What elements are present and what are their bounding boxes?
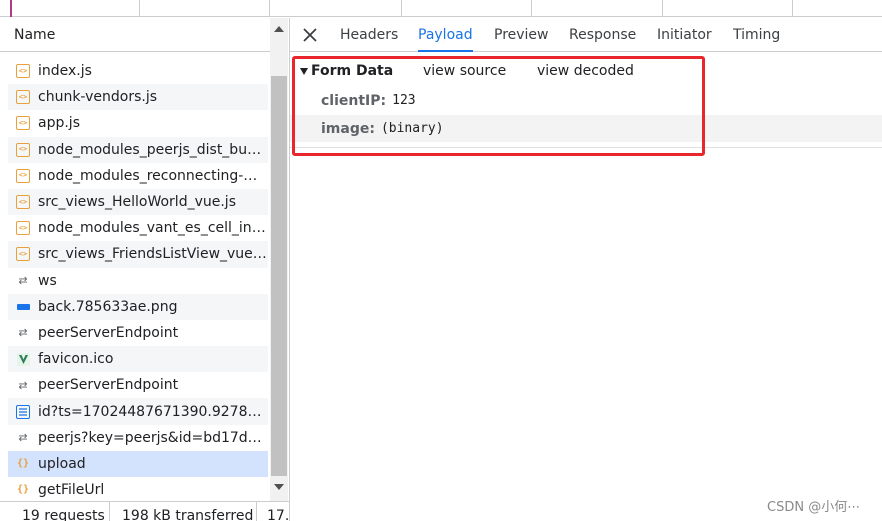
tab-preview[interactable]: Preview: [494, 18, 549, 52]
websocket-icon: ⇄: [18, 378, 28, 392]
top-accent-marker: [10, 0, 12, 17]
script-icon: <>: [16, 64, 30, 79]
tab-payload[interactable]: Payload: [418, 18, 473, 52]
status-requests: 19 requests: [22, 508, 105, 521]
form-data-title: Form Data: [311, 63, 394, 79]
request-name: node_modules_peerjs_dist_bundl...: [38, 141, 268, 158]
form-field-key: image:: [321, 120, 375, 137]
request-name: src_views_FriendsListView_vue.js: [38, 246, 268, 263]
request-list: <> index.js <> chunk-vendors.js <> app.js <> no…: [8, 58, 268, 503]
favicon-icon: [16, 352, 30, 366]
script-icon: <>: [16, 195, 30, 210]
tab-headers[interactable]: Headers: [340, 18, 398, 52]
scroll-thumb[interactable]: [271, 76, 287, 476]
view-decoded-link[interactable]: view decoded: [537, 58, 634, 84]
status-transferred: 198 kB transferred: [122, 508, 254, 521]
request-row[interactable]: {} getFileUrl: [8, 477, 268, 503]
name-column-label: Name: [14, 26, 56, 43]
request-name: upload: [38, 455, 86, 472]
request-detail-panel: Headers Payload Preview Response Initiat…: [290, 18, 882, 521]
form-data-header[interactable]: Form Data: [300, 58, 393, 84]
request-row[interactable]: <> src_views_HelloWorld_vue.js: [8, 188, 268, 216]
request-row[interactable]: back.785633ae.png: [8, 293, 268, 320]
request-name: app.js: [38, 115, 80, 132]
form-field-value: 123: [392, 93, 416, 108]
request-row[interactable]: ⇄ peerServerEndpoint: [8, 320, 268, 346]
image-icon: [16, 300, 30, 314]
request-name: getFileUrl: [38, 482, 105, 499]
websocket-icon: ⇄: [18, 431, 28, 445]
request-name: peerjs?key=peerjs&id=bd17def2...: [38, 429, 268, 446]
name-column-header[interactable]: Name: [0, 18, 270, 52]
status-divider: [109, 502, 110, 521]
script-icon: <>: [16, 247, 30, 262]
websocket-icon: ⇄: [18, 274, 28, 288]
form-field-key: clientIP:: [321, 92, 387, 109]
document-icon: [16, 404, 30, 419]
script-icon: <>: [16, 116, 30, 131]
request-name: node_modules_reconnecting-we...: [38, 167, 268, 184]
script-icon: <>: [16, 142, 30, 157]
request-row[interactable]: ⇄ peerjs?key=peerjs&id=bd17def2...: [8, 425, 268, 451]
json-icon: {}: [16, 457, 30, 469]
tab-timing[interactable]: Timing: [733, 18, 780, 52]
request-name: peerServerEndpoint: [38, 377, 179, 394]
request-name: favicon.ico: [38, 351, 114, 368]
script-icon: <>: [16, 168, 30, 183]
request-row[interactable]: <> app.js: [8, 110, 268, 136]
request-row[interactable]: <> node_modules_vant_es_cell_inde...: [8, 215, 268, 241]
request-name: node_modules_vant_es_cell_inde...: [38, 220, 268, 237]
request-row[interactable]: <> index.js: [8, 58, 268, 84]
request-name: index.js: [38, 63, 92, 80]
request-name: ws: [38, 272, 57, 289]
form-field-row: image: (binary): [290, 115, 882, 142]
scroll-down-arrow-icon[interactable]: [274, 484, 284, 490]
form-field-value: (binary): [380, 121, 444, 136]
websocket-icon: ⇄: [18, 326, 28, 340]
watermark: CSDN @小何⋯: [767, 500, 861, 515]
request-row[interactable]: ⇄ peerServerEndpoint: [8, 372, 268, 398]
request-row[interactable]: id?ts=17024487671390.9278784...: [8, 398, 268, 425]
status-bar: 19 requests 198 kB transferred 17.: [0, 501, 289, 521]
request-name: peerServerEndpoint: [38, 324, 179, 341]
top-strip: [0, 0, 882, 17]
script-icon: <>: [16, 221, 30, 236]
column-divider: [531, 0, 532, 17]
request-row[interactable]: <> src_views_FriendsListView_vue.js: [8, 241, 268, 268]
column-divider: [139, 0, 140, 17]
request-name: src_views_HelloWorld_vue.js: [38, 194, 236, 211]
request-row[interactable]: {} upload: [8, 450, 268, 477]
status-resources: 17.: [267, 508, 289, 521]
view-source-link[interactable]: view source: [423, 58, 506, 84]
column-divider: [792, 0, 793, 17]
column-divider: [662, 0, 663, 17]
request-row[interactable]: ⇄ ws: [8, 268, 268, 294]
scroll-up-arrow-icon[interactable]: [274, 26, 284, 32]
tab-response[interactable]: Response: [569, 18, 636, 52]
request-name: chunk-vendors.js: [38, 89, 158, 106]
section-divider: [290, 147, 882, 148]
tab-initiator[interactable]: Initiator: [657, 18, 712, 52]
collapse-triangle-icon[interactable]: [300, 67, 308, 75]
json-icon: {}: [16, 484, 30, 496]
request-list-scrollbar[interactable]: [270, 18, 288, 502]
request-row[interactable]: <> node_modules_reconnecting-we...: [8, 163, 268, 189]
column-divider: [401, 0, 402, 17]
script-icon: <>: [16, 90, 30, 105]
request-name: back.785633ae.png: [38, 298, 178, 315]
request-row[interactable]: <> node_modules_peerjs_dist_bundl...: [8, 136, 268, 163]
form-field-row: clientIP: 123: [290, 87, 882, 114]
request-row[interactable]: favicon.ico: [8, 346, 268, 373]
detail-tab-bar: Headers Payload Preview Response Initiat…: [290, 18, 882, 52]
request-list-panel: Name <> index.js <> chunk-vendors.js <> app.j…: [0, 18, 289, 521]
column-divider: [269, 0, 270, 17]
close-icon[interactable]: [302, 27, 318, 43]
request-row[interactable]: <> chunk-vendors.js: [8, 84, 268, 111]
status-divider: [256, 502, 257, 521]
request-name: id?ts=17024487671390.9278784...: [38, 403, 268, 420]
